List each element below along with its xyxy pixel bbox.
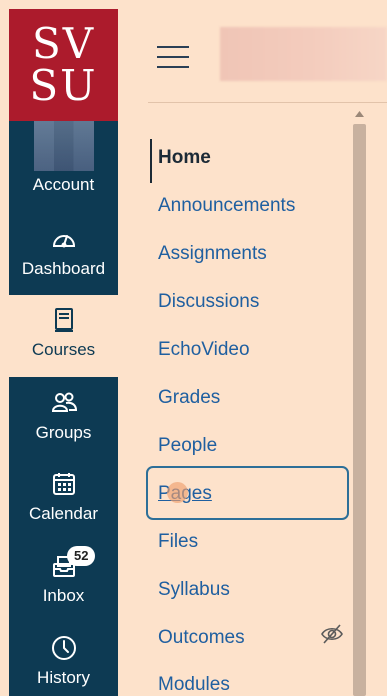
nav-groups[interactable]: Groups — [9, 387, 118, 443]
groups-icon — [50, 387, 78, 419]
course-nav-outcomes[interactable]: Outcomes — [158, 626, 245, 650]
hamburger-icon[interactable] — [157, 46, 189, 68]
nav-inbox-label: Inbox — [42, 586, 85, 605]
inbox-badge: 52 — [67, 546, 96, 566]
scrollbar-thumb[interactable] — [353, 124, 366, 696]
history-icon — [50, 632, 78, 664]
course-title-blurred — [220, 27, 387, 81]
courses-icon — [50, 304, 78, 336]
nav-dashboard-label: Dashboard — [21, 259, 106, 278]
course-nav-echovideo[interactable]: EchoVideo — [158, 338, 250, 362]
course-nav-files[interactable]: Files — [158, 530, 198, 554]
calendar-icon — [50, 468, 78, 500]
nav-courses-label: Courses — [31, 340, 96, 359]
course-nav-grades[interactable]: Grades — [158, 386, 220, 410]
course-nav-discussions[interactable]: Discussions — [158, 290, 259, 314]
cursor-highlight — [167, 482, 188, 503]
eye-off-icon — [320, 623, 344, 645]
scroll-up-icon[interactable] — [353, 108, 366, 120]
nav-account-label: Account — [32, 175, 95, 194]
course-nav-announcements[interactable]: Announcements — [158, 194, 295, 218]
course-nav-modules[interactable]: Modules — [158, 673, 230, 696]
nav-calendar[interactable]: Calendar — [9, 468, 118, 524]
active-indicator — [150, 139, 152, 183]
dashboard-icon — [50, 223, 78, 255]
nav-account[interactable]: Account — [9, 121, 118, 203]
nav-history-label: History — [37, 668, 90, 687]
course-nav-syllabus[interactable]: Syllabus — [158, 578, 230, 602]
nav-dashboard[interactable]: Dashboard — [9, 223, 118, 279]
logo-line-2: SU — [29, 61, 98, 110]
global-nav: SV SU Account Dashboard Courses Groups C… — [9, 9, 118, 696]
nav-courses[interactable]: Courses — [9, 295, 118, 377]
course-nav-home[interactable]: Home — [158, 146, 211, 170]
logo-line-1: SV — [31, 19, 96, 68]
header-divider — [148, 102, 387, 103]
nav-history[interactable]: History — [9, 632, 118, 688]
course-nav-people[interactable]: People — [158, 434, 217, 458]
nav-groups-label: Groups — [35, 423, 92, 442]
nav-inbox[interactable]: 52 Inbox — [9, 546, 118, 606]
svsu-logo[interactable]: SV SU — [9, 9, 118, 121]
avatar — [33, 121, 94, 171]
nav-calendar-label: Calendar — [29, 504, 98, 523]
course-nav-assignments[interactable]: Assignments — [158, 242, 267, 266]
